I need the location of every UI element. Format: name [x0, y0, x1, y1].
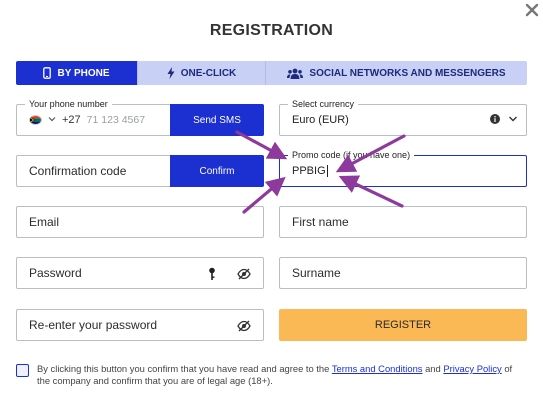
info-icon[interactable] — [490, 111, 508, 129]
surname-input[interactable]: Surname — [280, 266, 341, 280]
registration-tabs: BY PHONE ONE-CLICK SOCIAL NETWORKS AND M… — [16, 61, 527, 85]
confirmation-code-field[interactable]: Confirmation code Confirm — [16, 155, 264, 187]
agreement-text-part: By clicking this button you confirm that… — [37, 363, 330, 374]
password-input[interactable]: Password — [17, 266, 82, 280]
tab-one-click[interactable]: ONE-CLICK — [138, 61, 266, 85]
close-icon[interactable] — [524, 2, 542, 20]
repeat-password-input[interactable]: Re-enter your password — [17, 318, 157, 332]
tab-label: SOCIAL NETWORKS AND MESSENGERS — [309, 67, 506, 79]
key-icon[interactable] — [207, 267, 217, 286]
agreement-row: By clicking this button you confirm that… — [16, 363, 527, 387]
phone-icon — [43, 67, 52, 79]
confirm-button[interactable]: Confirm — [170, 155, 264, 187]
lightning-icon — [167, 67, 175, 79]
promo-code-field[interactable]: Promo code (if you have one) PPBIG — [279, 149, 527, 187]
promo-code-input[interactable]: PPBIG — [280, 164, 328, 178]
phone-field[interactable]: Your phone number +27 71 123 4567 Send S… — [16, 98, 264, 136]
first-name-field[interactable]: First name — [279, 206, 527, 238]
currency-label: Select currency — [288, 98, 359, 110]
privacy-policy-link[interactable]: Privacy Policy — [443, 363, 501, 374]
email-field[interactable]: Email — [16, 206, 264, 238]
password-field[interactable]: Password — [16, 257, 264, 289]
south-africa-flag-icon[interactable] — [29, 115, 42, 125]
chevron-down-icon[interactable] — [508, 111, 526, 129]
tab-social-networks[interactable]: SOCIAL NETWORKS AND MESSENGERS — [266, 61, 527, 85]
terms-link[interactable]: Terms and Conditions — [332, 363, 423, 374]
promo-label: Promo code (if you have one) — [288, 149, 415, 161]
country-code: +27 — [62, 114, 81, 126]
phone-input[interactable]: 71 123 4567 — [87, 114, 145, 126]
repeat-password-field[interactable]: Re-enter your password — [16, 309, 264, 341]
email-input[interactable]: Email — [17, 215, 59, 229]
users-icon — [287, 68, 304, 79]
currency-select[interactable]: Select currency Euro (EUR) — [279, 98, 527, 136]
dialog-title: REGISTRATION — [209, 22, 334, 39]
confirmation-code-input[interactable]: Confirmation code — [17, 164, 126, 178]
agreement-text: By clicking this button you confirm that… — [37, 363, 527, 387]
first-name-input[interactable]: First name — [280, 215, 349, 229]
text-caret — [326, 165, 328, 178]
phone-label: Your phone number — [25, 98, 112, 110]
tab-by-phone[interactable]: BY PHONE — [16, 61, 138, 85]
chevron-down-icon[interactable] — [48, 114, 56, 126]
tab-label: BY PHONE — [57, 67, 110, 79]
agreement-text-part: and — [425, 363, 441, 374]
send-sms-button[interactable]: Send SMS — [170, 104, 264, 136]
eye-off-icon[interactable] — [237, 319, 251, 337]
agreement-checkbox[interactable] — [16, 364, 29, 377]
register-button[interactable]: REGISTER — [279, 309, 527, 341]
surname-field[interactable]: Surname — [279, 257, 527, 289]
currency-value: Euro (EUR) — [292, 114, 349, 126]
promo-code-value: PPBIG — [292, 164, 326, 177]
eye-off-icon[interactable] — [237, 267, 251, 285]
tab-label: ONE-CLICK — [180, 67, 237, 79]
